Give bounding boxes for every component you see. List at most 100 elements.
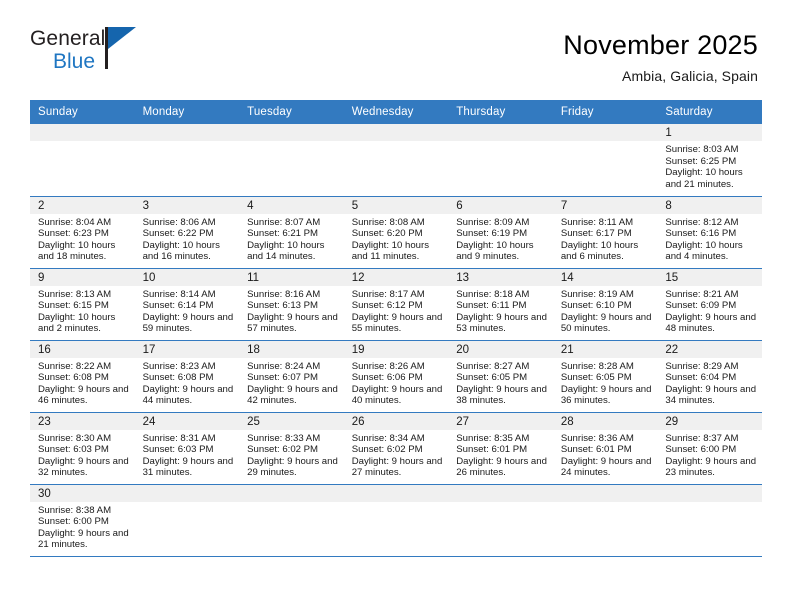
sunrise-text: Sunrise: 8:38 AM [38,504,112,516]
sunrise-text: Sunrise: 8:30 AM [38,432,112,444]
sunrise-text: Sunrise: 8:16 AM [247,288,321,300]
calendar-day-cell[interactable]: 12 Sunrise: 8:17 AM Sunset: 6:12 PM Dayligh… [343,268,449,341]
calendar-cell-empty [134,124,240,197]
calendar-cell-empty [239,124,344,197]
calendar-day-cell[interactable]: 1 Sunrise: 8:03 AM Sunset: 6:25 PM Daylight… [657,124,762,197]
calendar-day-cell[interactable]: 24 Sunrise: 8:31 AM Sunset: 6:03 PM Dayligh… [134,412,240,485]
day-number: 27 [448,412,553,430]
calendar-day-cell[interactable]: 27 Sunrise: 8:35 AM Sunset: 6:01 PM Dayligh… [448,412,553,485]
calendar-day-cell[interactable]: 23 Sunrise: 8:30 AM Sunset: 6:03 PM Dayligh… [30,412,135,485]
sunset-text: Sunset: 6:06 PM [351,372,423,384]
daylight-text: Daylight: 10 hours and 21 minutes. [665,167,743,190]
calendar-day-cell[interactable]: 17 Sunrise: 8:23 AM Sunset: 6:08 PM Dayligh… [134,340,240,413]
weekday-header-saturday: Saturday [657,100,762,124]
day-number: 16 [30,340,135,358]
calendar-day-cell[interactable]: 14 Sunrise: 8:19 AM Sunset: 6:10 PM Dayligh… [552,268,658,341]
day-details: Sunrise: 8:23 AM Sunset: 6:08 PM Daylight:… [135,358,240,407]
weekday-header-tuesday: Tuesday [239,100,344,124]
calendar-grid: Sunday Monday Tuesday Wednesday Thursday… [30,100,762,557]
sunrise-text: Sunrise: 8:19 AM [560,288,634,300]
day-details: Sunrise: 8:35 AM Sunset: 6:01 PM Daylight:… [448,430,553,479]
daylight-text: Daylight: 9 hours and 32 minutes. [38,455,129,479]
daylight-text: Daylight: 9 hours and 27 minutes. [351,455,443,479]
title-block: November 2025 Ambia, Galicia, Spain [563,28,758,84]
calendar-day-cell[interactable]: 13 Sunrise: 8:18 AM Sunset: 6:11 PM Dayligh… [448,268,553,341]
calendar-cell-empty [134,484,240,557]
sunset-text: Sunset: 6:12 PM [351,300,423,312]
day-number [448,484,553,502]
calendar-day-cell[interactable]: 19 Sunrise: 8:26 AM Sunset: 6:06 PM Dayligh… [343,340,449,413]
weekday-header-friday: Friday [552,100,658,124]
calendar-day-cell[interactable]: 11 Sunrise: 8:16 AM Sunset: 6:13 PM Dayligh… [239,268,344,341]
calendar-day-cell[interactable]: 22 Sunrise: 8:29 AM Sunset: 6:04 PM Dayligh… [657,340,762,413]
day-details: Sunrise: 8:38 AM Sunset: 6:00 PM Daylight:… [30,502,135,551]
day-number: 13 [448,268,553,286]
day-number [448,124,553,141]
day-number: 4 [239,196,344,214]
sunset-text: Sunset: 6:08 PM [142,372,214,384]
brand-logo[interactable]: General Blue [30,27,160,86]
daylight-text: Daylight: 10 hours and 6 minutes. [560,239,639,263]
sunset-text: Sunset: 6:16 PM [665,228,737,240]
calendar-day-cell[interactable]: 16 Sunrise: 8:22 AM Sunset: 6:08 PM Dayligh… [30,340,135,413]
calendar-day-cell[interactable]: 25 Sunrise: 8:33 AM Sunset: 6:02 PM Dayligh… [239,412,344,485]
day-details: Sunrise: 8:07 AM Sunset: 6:21 PM Daylight:… [239,214,344,263]
calendar-cell-empty [552,124,658,197]
calendar-cell-empty [239,484,344,557]
calendar-day-cell[interactable]: 6 Sunrise: 8:09 AM Sunset: 6:19 PM Daylight… [448,196,553,269]
daylight-text: Daylight: 9 hours and 34 minutes. [665,383,757,407]
daylight-text: Daylight: 9 hours and 29 minutes. [247,455,338,479]
calendar-day-cell[interactable]: 29 Sunrise: 8:37 AM Sunset: 6:00 PM Dayligh… [657,412,762,485]
day-number: 10 [134,268,240,286]
calendar-day-cell[interactable]: 28 Sunrise: 8:36 AM Sunset: 6:01 PM Dayligh… [552,412,658,485]
daylight-text: Daylight: 9 hours and 59 minutes. [142,311,234,335]
calendar-day-cell[interactable]: 10 Sunrise: 8:14 AM Sunset: 6:14 PM Dayligh… [134,268,240,341]
calendar-day-cell[interactable]: 3 Sunrise: 8:06 AM Sunset: 6:22 PM Daylight… [134,196,240,269]
day-number: 30 [30,484,135,502]
day-number [552,484,658,502]
daylight-text: Daylight: 10 hours and 9 minutes. [456,239,534,263]
blue-flag-icon [108,27,136,49]
day-number: 5 [343,196,449,214]
calendar-day-cell[interactable]: 9 Sunrise: 8:13 AM Sunset: 6:15 PM Daylight… [30,268,135,341]
day-number: 25 [239,412,344,430]
calendar-week-row: 1 Sunrise: 8:03 AM Sunset: 6:25 PM Daylight… [30,124,762,197]
calendar-day-cell[interactable]: 7 Sunrise: 8:11 AM Sunset: 6:17 PM Daylight… [552,196,658,269]
calendar-day-cell[interactable]: 30 Sunrise: 8:38 AM Sunset: 6:00 PM Dayligh… [30,484,135,557]
day-details: Sunrise: 8:26 AM Sunset: 6:06 PM Daylight:… [344,358,449,407]
calendar-day-cell[interactable]: 5 Sunrise: 8:08 AM Sunset: 6:20 PM Daylight… [343,196,449,269]
calendar-day-cell[interactable]: 15 Sunrise: 8:21 AM Sunset: 6:09 PM Dayligh… [657,268,762,341]
calendar-day-cell[interactable]: 21 Sunrise: 8:28 AM Sunset: 6:05 PM Dayligh… [552,340,658,413]
daylight-text: Daylight: 10 hours and 14 minutes. [247,239,325,263]
daylight-text: Daylight: 10 hours and 11 minutes. [351,239,430,263]
sunset-text: Sunset: 6:05 PM [560,372,632,384]
calendar-day-cell[interactable]: 4 Sunrise: 8:07 AM Sunset: 6:21 PM Daylight… [239,196,344,269]
calendar-day-cell[interactable]: 26 Sunrise: 8:34 AM Sunset: 6:02 PM Dayligh… [343,412,449,485]
sunrise-text: Sunrise: 8:28 AM [560,360,634,372]
day-number [239,484,344,502]
sunset-text: Sunset: 6:07 PM [247,372,319,384]
sunset-text: Sunset: 6:09 PM [665,300,737,312]
calendar-day-cell[interactable]: 20 Sunrise: 8:27 AM Sunset: 6:05 PM Dayligh… [448,340,553,413]
day-details: Sunrise: 8:14 AM Sunset: 6:14 PM Daylight:… [135,286,240,335]
day-number [30,124,135,141]
daylight-text: Daylight: 10 hours and 16 minutes. [142,239,220,263]
daylight-text: Daylight: 9 hours and 57 minutes. [247,311,338,335]
calendar-day-cell[interactable]: 8 Sunrise: 8:12 AM Sunset: 6:16 PM Daylight… [657,196,762,269]
weekday-header-monday: Monday [134,100,240,124]
sunrise-text: Sunrise: 8:27 AM [456,360,530,372]
weekday-header-wednesday: Wednesday [343,100,449,124]
day-number: 17 [134,340,240,358]
calendar-cell-empty [343,484,449,557]
calendar-cell-empty [657,484,762,557]
calendar-day-cell[interactable]: 2 Sunrise: 8:04 AM Sunset: 6:23 PM Daylight… [30,196,135,269]
calendar-cell-empty [30,124,135,197]
sunset-text: Sunset: 6:03 PM [142,444,214,456]
day-details: Sunrise: 8:24 AM Sunset: 6:07 PM Daylight:… [239,358,344,407]
sunrise-text: Sunrise: 8:23 AM [142,360,216,372]
sunrise-text: Sunrise: 8:13 AM [38,288,112,300]
day-number [239,124,344,141]
page-title: November 2025 [563,30,758,60]
calendar-day-cell[interactable]: 18 Sunrise: 8:24 AM Sunset: 6:07 PM Dayligh… [239,340,344,413]
calendar-cell-empty [343,124,449,197]
